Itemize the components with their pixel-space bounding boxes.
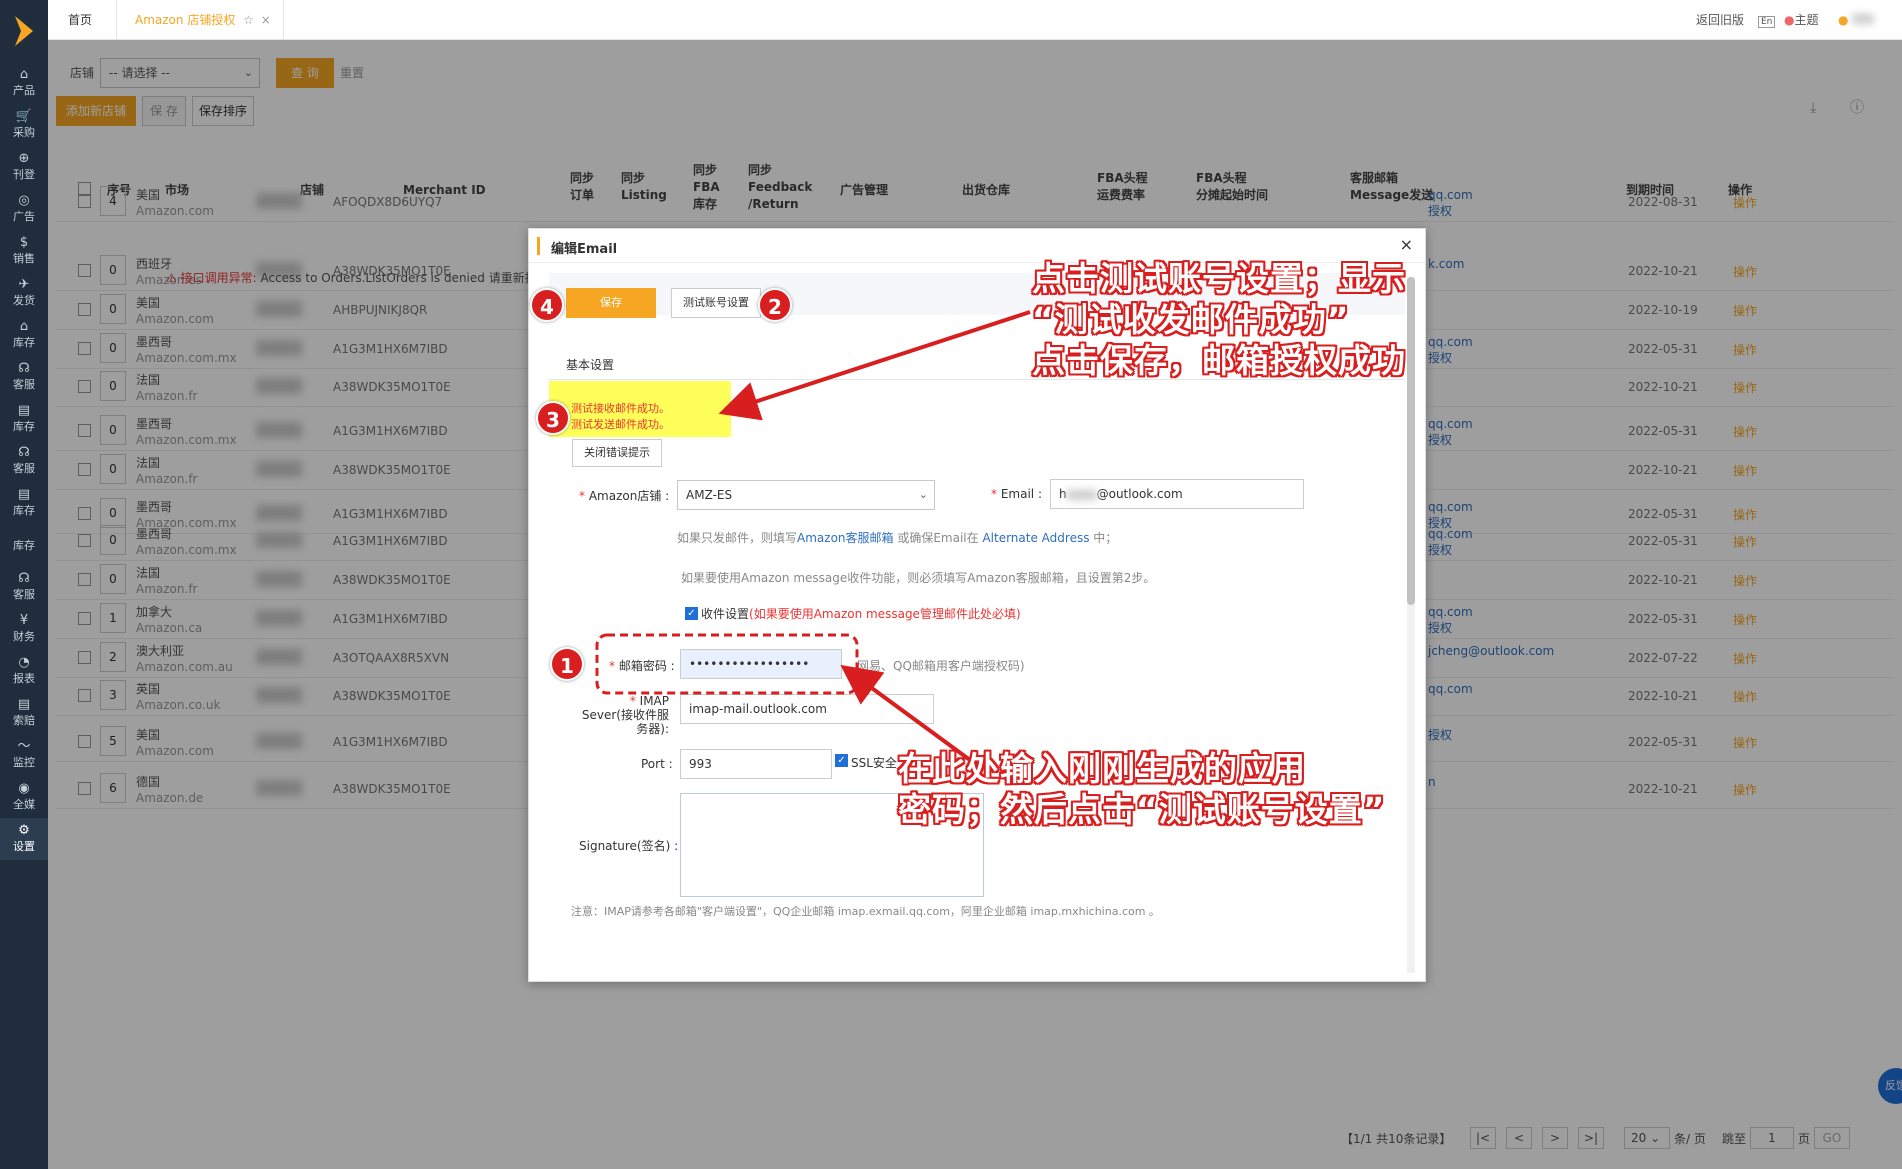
- step-marker-1: 1: [550, 647, 584, 681]
- annotation-arrows: [595, 310, 1031, 762]
- annotation-bottom-line1: 在此处输入刚刚生成的应用: [898, 749, 1306, 788]
- step-marker-3: 3: [536, 401, 570, 435]
- step-marker-4: 4: [530, 288, 564, 322]
- arrow-to-password-input: [840, 664, 972, 762]
- annotation-top-line3: 点击保存，邮箱授权成功: [1032, 341, 1406, 380]
- password-highlight-box: [595, 633, 859, 695]
- annotation-top-line1: 点击测试账号设置；显示: [1032, 259, 1406, 298]
- annotation-bottom-line2: 密码；然后点击“测试账号设置”: [898, 790, 1386, 829]
- annotation-top-line2: “测试收发邮件成功”: [1032, 300, 1350, 339]
- arrow-to-success-message: [718, 310, 1031, 421]
- step-marker-2: 2: [758, 288, 792, 322]
